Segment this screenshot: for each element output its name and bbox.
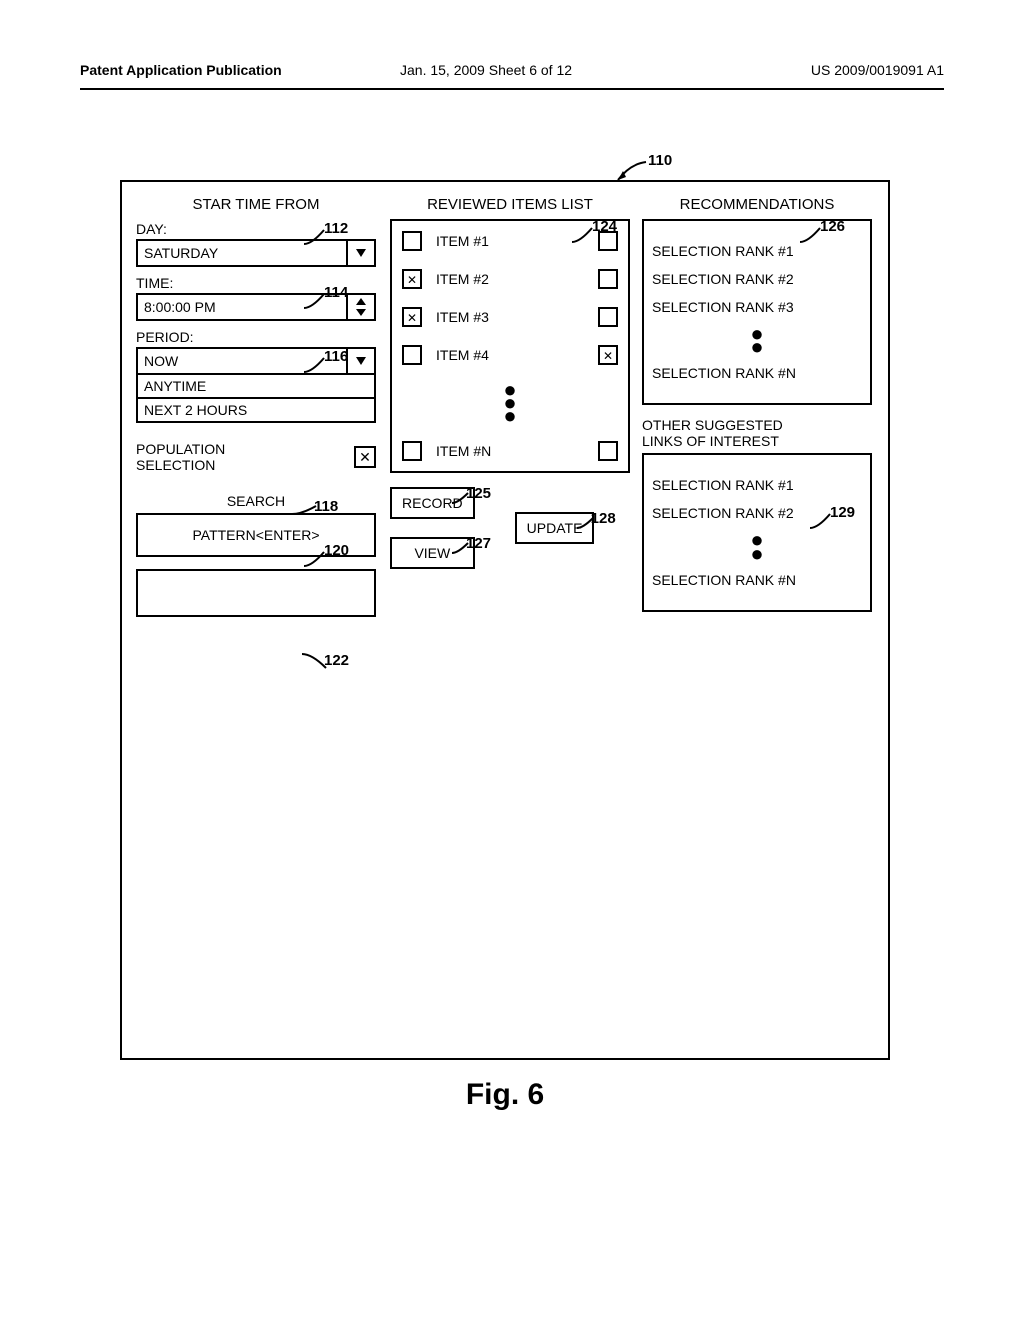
rec-rank[interactable]: SELECTION RANK #N: [652, 365, 862, 381]
figure-caption: Fig. 6: [120, 1078, 890, 1112]
item4-label: ITEM #4: [436, 347, 584, 363]
recommendations-frame: SELECTION RANK #1 SELECTION RANK #2 SELE…: [642, 219, 872, 405]
item2-left-checkbox[interactable]: [402, 269, 422, 289]
items-frame: ITEM #1 ITEM #2 ITEM #3 ITEM #4: [390, 219, 630, 473]
lead-129: [810, 512, 834, 530]
ellipsis-dots: ●●: [652, 327, 862, 353]
item4-left-checkbox[interactable]: [402, 345, 422, 365]
lead-127: [452, 541, 470, 555]
item3-right-checkbox[interactable]: [598, 307, 618, 327]
itemN-right-checkbox[interactable]: [598, 441, 618, 461]
period-option-anytime[interactable]: ANYTIME: [136, 375, 376, 399]
link-rank[interactable]: SELECTION RANK #1: [652, 477, 862, 493]
rec-rank[interactable]: SELECTION RANK #2: [652, 271, 862, 287]
header-rule: [80, 88, 944, 90]
rec-rank[interactable]: SELECTION RANK #1: [652, 243, 862, 259]
lead-118: [292, 504, 318, 518]
item3-left-checkbox[interactable]: [402, 307, 422, 327]
item-row: ITEM #2: [402, 269, 618, 289]
itemN-label: ITEM #N: [436, 443, 584, 459]
item-row: ITEM #N: [402, 441, 618, 461]
item2-label: ITEM #2: [436, 271, 584, 287]
reviewed-items-panel: REVIEWED ITEMS LIST 124 ITEM #1 ITEM #2 …: [390, 196, 630, 569]
other-links-title1: OTHER SUGGESTED: [642, 417, 872, 433]
pattern-result-box: [136, 569, 376, 617]
population-label2: SELECTION: [136, 457, 348, 473]
item3-label: ITEM #3: [436, 309, 584, 325]
time-panel-title: STAR TIME FROM: [136, 196, 376, 213]
population-row: POPULATION SELECTION: [136, 441, 376, 473]
chevron-down-icon[interactable]: [346, 349, 374, 373]
item4-right-checkbox[interactable]: [598, 345, 618, 365]
links-frame: SELECTION RANK #1 SELECTION RANK #2 ●● S…: [642, 453, 872, 611]
population-checkbox[interactable]: [354, 446, 376, 468]
period-label: PERIOD:: [136, 329, 376, 345]
figure-frame: STAR TIME FROM 112 DAY: SATURDAY 114 TIM…: [120, 180, 890, 1060]
item-row: ITEM #3: [402, 307, 618, 327]
lead-116: [304, 356, 328, 374]
population-label1: POPULATION: [136, 441, 348, 457]
spinner-updown-icon[interactable]: [346, 295, 374, 319]
itemN-left-checkbox[interactable]: [402, 441, 422, 461]
item-row: ITEM #4: [402, 345, 618, 365]
other-links-title2: LINKS OF INTEREST: [642, 433, 872, 449]
recommendations-title: RECOMMENDATIONS: [642, 196, 872, 213]
time-panel: STAR TIME FROM 112 DAY: SATURDAY 114 TIM…: [136, 196, 376, 617]
ref-110: 110: [648, 152, 672, 169]
link-rank[interactable]: SELECTION RANK #N: [652, 572, 862, 588]
page-header: Patent Application Publication Jan. 15, …: [80, 62, 944, 82]
pub-type: Patent Application Publication: [80, 62, 282, 78]
ellipsis-dots: ●●: [652, 533, 862, 559]
figure-container: 110 STAR TIME FROM 112 DAY: SATURDAY 114…: [120, 180, 890, 1112]
pub-number: US 2009/0019091 A1: [811, 62, 944, 78]
day-select[interactable]: SATURDAY: [136, 239, 376, 267]
lead-124: [572, 226, 596, 244]
recommendations-panel: RECOMMENDATIONS 126 SELECTION RANK #1 SE…: [642, 196, 872, 612]
rec-rank[interactable]: SELECTION RANK #3: [652, 299, 862, 315]
lead-126: [800, 226, 824, 244]
ellipsis-dots: ●●●: [402, 383, 618, 423]
lead-112: [304, 228, 328, 246]
item1-label: ITEM #1: [436, 233, 584, 249]
lead-120: [304, 550, 328, 568]
lead-128: [577, 516, 595, 530]
x-icon: [603, 347, 613, 363]
lead-114: [304, 292, 328, 310]
reviewed-items-title: REVIEWED ITEMS LIST: [390, 196, 630, 213]
search-label: SEARCH: [136, 493, 376, 509]
chevron-down-icon[interactable]: [346, 241, 374, 265]
x-icon: [407, 271, 417, 287]
reviewed-buttons: RECORD 125 VIEW 127 UPDATE 128: [390, 487, 630, 569]
lead-125: [452, 491, 470, 505]
lead-122: [302, 650, 328, 670]
period-option-next2h[interactable]: NEXT 2 HOURS: [136, 399, 376, 423]
item1-left-checkbox[interactable]: [402, 231, 422, 251]
item2-right-checkbox[interactable]: [598, 269, 618, 289]
sheet-info: Jan. 15, 2009 Sheet 6 of 12: [400, 62, 572, 78]
x-icon: [359, 450, 371, 464]
x-icon: [407, 309, 417, 325]
